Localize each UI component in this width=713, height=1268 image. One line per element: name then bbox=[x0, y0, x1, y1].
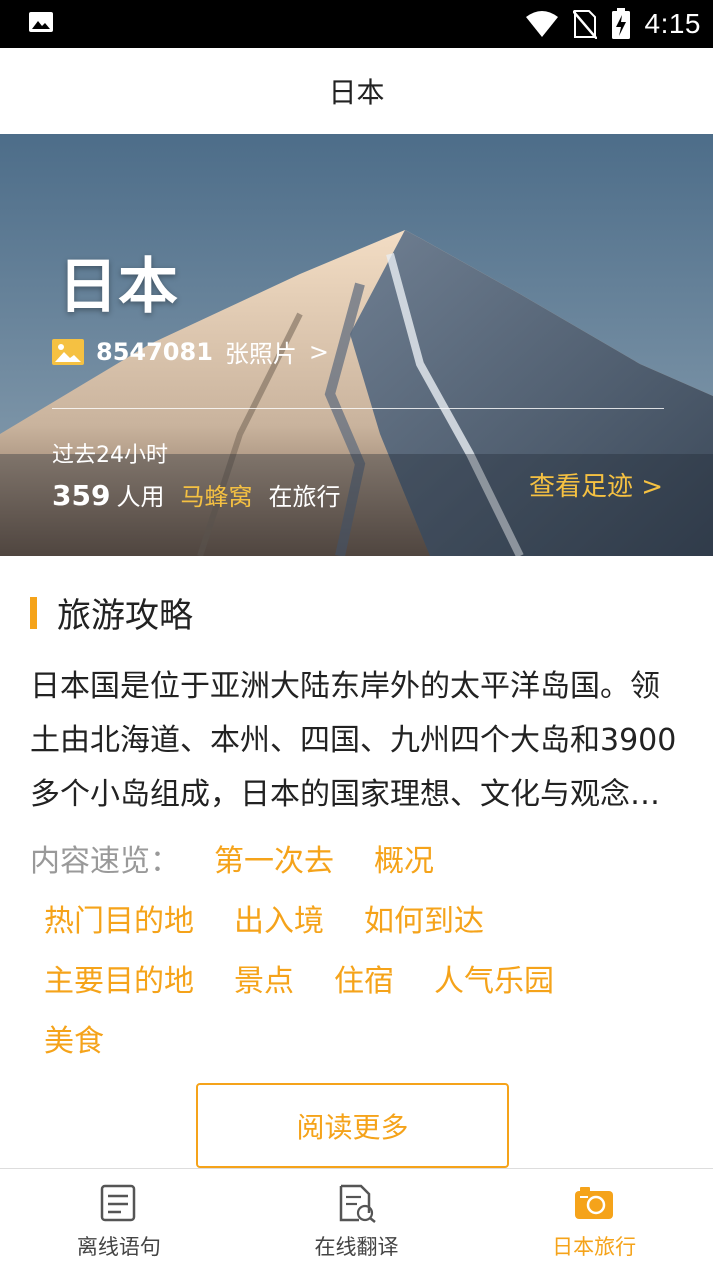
tag-popular-destinations[interactable]: 热门目的地 bbox=[44, 892, 194, 952]
photo-count: 8547081 bbox=[96, 337, 213, 366]
traveler-count: 359 bbox=[52, 479, 111, 512]
no-sim-icon bbox=[572, 10, 597, 39]
quick-nav: 内容速览： 第一次去 概况 热门目的地 出入境 如何到达 主要目的地 景点 住宿 人气乐园 美… bbox=[30, 832, 690, 1072]
tag-first-time[interactable]: 第一次去 bbox=[214, 832, 334, 892]
read-more-button[interactable]: 阅读更多 bbox=[196, 1083, 509, 1168]
tag-attractions[interactable]: 景点 bbox=[234, 952, 294, 1012]
translate-doc-icon bbox=[339, 1184, 376, 1223]
quick-nav-label: 内容速览： bbox=[30, 844, 180, 879]
view-footprint-link[interactable]: 查看足迹 > bbox=[529, 466, 663, 503]
tab-japan-travel[interactable]: 日本旅行 bbox=[475, 1169, 713, 1268]
tag-how-to-get-there[interactable]: 如何到达 bbox=[364, 892, 484, 952]
section-header: 旅游攻略 bbox=[30, 588, 193, 637]
tag-food[interactable]: 美食 bbox=[44, 1012, 104, 1072]
tab-label: 日本旅行 bbox=[552, 1235, 637, 1259]
traveler-stats: 359 人用 马蜂窝 在旅行 bbox=[52, 477, 340, 512]
intro-text: 日本国是位于亚洲大陆东岸外的太平洋岛国。领土由北海道、本州、四国、九州四个大岛和… bbox=[30, 660, 680, 822]
status-bar: 4:15 bbox=[0, 0, 713, 48]
intro-paragraph: 日本国是位于亚洲大陆东岸外的太平洋岛国。领土由北海道、本州、四国、九州四个大岛和… bbox=[30, 669, 677, 812]
camera-icon bbox=[575, 1187, 614, 1219]
chevron-right-icon: > bbox=[308, 337, 330, 366]
section-accent-bar bbox=[30, 596, 37, 629]
clock-time: 4:15 bbox=[644, 8, 701, 39]
app-name: 马蜂窝 bbox=[180, 483, 253, 511]
tag-entry-exit[interactable]: 出入境 bbox=[234, 892, 324, 952]
photo-count-link[interactable]: 8547081 张照片 > bbox=[52, 334, 329, 369]
tag-overview[interactable]: 概况 bbox=[374, 832, 434, 892]
tag-theme-parks[interactable]: 人气乐园 bbox=[434, 952, 554, 1012]
phrasebook-icon bbox=[100, 1184, 136, 1222]
past-24h-label: 过去24小时 bbox=[52, 443, 168, 468]
tab-label: 离线语句 bbox=[76, 1235, 161, 1259]
photo-suffix: 张照片 bbox=[224, 340, 297, 368]
bottom-tab-bar: 离线语句 在线翻译 日本旅行 bbox=[0, 1168, 713, 1268]
title-bar: 日本 bbox=[0, 48, 713, 134]
users-text: 人用 bbox=[116, 483, 165, 511]
destination-title: 日本 bbox=[58, 252, 178, 322]
image-notification-icon bbox=[29, 12, 53, 32]
tag-main-destinations[interactable]: 主要目的地 bbox=[44, 952, 194, 1012]
hero-banner[interactable]: 日本 8547081 张照片 > 过去24小时 359 人用 马蜂窝 在旅行 查… bbox=[0, 134, 713, 556]
traveling-text: 在旅行 bbox=[268, 483, 341, 511]
wifi-icon bbox=[525, 11, 558, 37]
hero-divider bbox=[52, 408, 664, 409]
tab-online-translate[interactable]: 在线翻译 bbox=[238, 1169, 476, 1268]
page-title: 日本 bbox=[328, 76, 385, 109]
battery-charging-icon bbox=[611, 8, 630, 39]
tag-accommodation[interactable]: 住宿 bbox=[334, 952, 394, 1012]
tab-offline-phrases[interactable]: 离线语句 bbox=[0, 1169, 238, 1268]
section-title: 旅游攻略 bbox=[57, 596, 193, 636]
tab-label: 在线翻译 bbox=[314, 1235, 399, 1259]
photo-icon bbox=[52, 338, 84, 365]
